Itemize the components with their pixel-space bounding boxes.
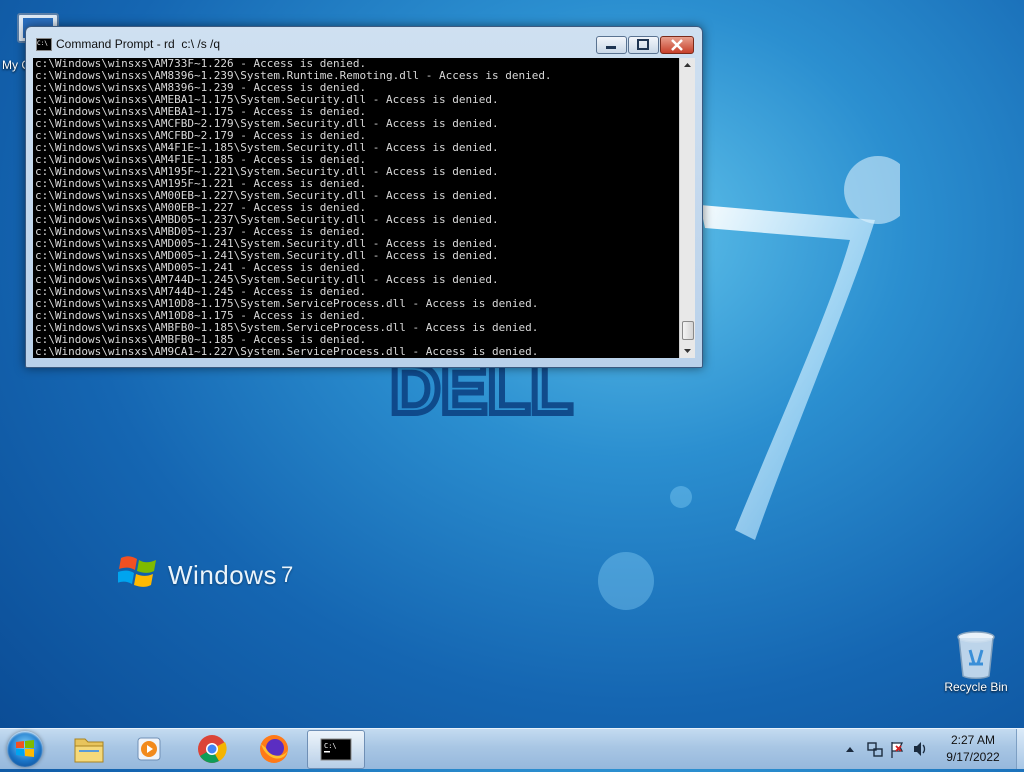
maximize-button[interactable]	[628, 36, 659, 54]
notification-area	[846, 742, 926, 758]
taskbar-chrome-button[interactable]	[184, 730, 240, 767]
chrome-icon	[198, 735, 227, 763]
taskbar-command-prompt-button[interactable]: C:\	[307, 730, 365, 769]
action-center-flag-icon[interactable]	[891, 742, 904, 758]
desktop-icon-recycle-bin[interactable]: Recycle Bin	[940, 630, 1012, 694]
media-player-icon	[137, 737, 161, 761]
folder-icon	[74, 738, 104, 763]
cmd-icon: C:\	[320, 738, 352, 761]
vertical-scrollbar[interactable]	[679, 58, 695, 358]
wallpaper-seven-graphic	[700, 156, 900, 540]
window-title: Command Prompt - rd c:\ /s /q	[56, 37, 221, 51]
recycle-bin-icon	[957, 631, 995, 679]
taskbar-explorer-button[interactable]	[61, 730, 117, 767]
scroll-down-arrow-icon[interactable]	[680, 343, 695, 358]
show-hidden-icons-arrow-icon[interactable]	[846, 747, 854, 752]
wallpaper-bokeh	[670, 486, 692, 508]
scrollbar-thumb[interactable]	[682, 321, 694, 340]
volume-icon[interactable]	[914, 742, 926, 756]
console-icon: C:\	[36, 38, 52, 51]
windows-flag-logo	[118, 556, 156, 587]
firefox-icon	[260, 735, 288, 763]
clock-time: 2:27 AM	[950, 733, 996, 747]
minimize-button[interactable]	[596, 36, 627, 54]
maximize-icon	[637, 39, 649, 50]
start-button[interactable]	[7, 731, 43, 767]
windows-start-icon	[16, 740, 34, 757]
clock-date: 9/17/2022	[946, 750, 1000, 764]
taskbar-media-player-button[interactable]	[121, 730, 177, 767]
windows-7-wordmark: Windows 7	[168, 560, 294, 590]
taskbar: C:\ 2:27 AM 9/17/2022	[0, 728, 1024, 769]
wallpaper-bokeh	[598, 552, 654, 610]
network-icon[interactable]	[867, 742, 883, 757]
console-text: c:\Windows\winsxs\AM733F~1.226 - Access …	[33, 58, 679, 358]
close-button[interactable]	[660, 36, 694, 54]
taskbar-clock[interactable]: 2:27 AM 9/17/2022	[930, 732, 1016, 766]
taskbar-firefox-button[interactable]	[246, 730, 302, 767]
show-desktop-button[interactable]	[1016, 729, 1024, 769]
window-titlebar[interactable]: C:\ Command Prompt - rd c:\ /s /q	[26, 27, 702, 59]
command-prompt-window[interactable]: C:\ Command Prompt - rd c:\ /s /q c:\Win…	[25, 26, 703, 368]
scroll-up-arrow-icon[interactable]	[680, 58, 695, 73]
svg-text:C:\: C:\	[324, 742, 337, 750]
minimize-icon	[606, 46, 616, 49]
desktop-icon-label: Recycle Bin	[944, 680, 1008, 694]
close-icon	[671, 39, 683, 51]
console-output[interactable]: c:\Windows\winsxs\AM733F~1.226 - Access …	[33, 58, 679, 358]
console-line: c:\Windows\winsxs\AM9CA1~1.227\System.Se…	[35, 345, 539, 358]
